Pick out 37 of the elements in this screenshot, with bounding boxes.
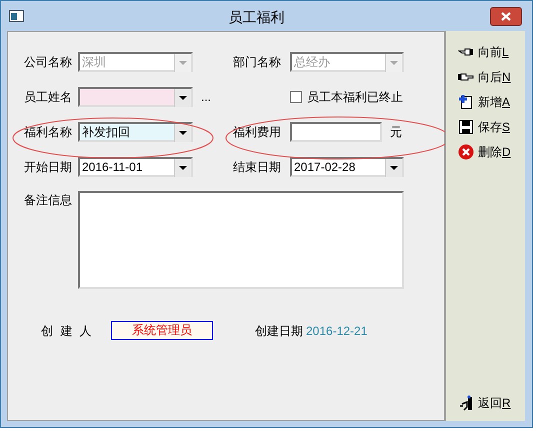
field-label: 创建日期: [255, 322, 303, 340]
toolbar-button[interactable]: 新增A: [458, 89, 525, 114]
app-icon: [9, 10, 24, 22]
dropdown-field[interactable]: 2016-11-01: [78, 157, 193, 177]
more-button[interactable]: ...: [201, 90, 212, 104]
new-page-icon: [458, 94, 474, 110]
field-label: 部门名称: [233, 54, 282, 71]
field-label: 公司名称: [23, 54, 73, 71]
dropdown-field[interactable]: [78, 87, 193, 107]
unit-label: 元: [390, 124, 402, 141]
toolbar-button[interactable]: 保存S: [458, 114, 525, 139]
delete-icon: [458, 144, 474, 160]
toolbar-button[interactable]: 向后N: [458, 64, 525, 89]
close-icon: [501, 12, 511, 21]
field-label: 福利费用: [233, 124, 282, 141]
pointing-hand-icon: [458, 72, 474, 80]
remark-textarea[interactable]: [78, 191, 404, 289]
input-field[interactable]: [290, 122, 382, 142]
creator-value: 系统管理员: [111, 321, 213, 340]
field-label: 创 建 人: [40, 322, 95, 340]
field-label: 备注信息: [23, 192, 73, 207]
pointing-hand-icon: [458, 48, 474, 56]
field-label: 结束日期: [233, 159, 282, 176]
window-title: 员工福利: [228, 8, 286, 27]
checkbox[interactable]: [290, 91, 302, 103]
toolbar-button[interactable]: 返回R: [458, 390, 525, 415]
toolbar-button[interactable]: 删除D: [458, 139, 525, 164]
toolbar-button[interactable]: 向前L: [458, 39, 525, 64]
close-button[interactable]: [490, 7, 522, 26]
field-label: 福利名称: [23, 124, 73, 141]
dropdown-field[interactable]: 补发扣回: [78, 122, 193, 142]
dropdown-field[interactable]: 2017-02-28: [290, 157, 404, 177]
date-value: 2016-12-21: [306, 322, 368, 340]
running-figure-icon: [458, 394, 474, 410]
field-label: 开始日期: [23, 159, 73, 176]
field-label: 员工姓名: [23, 89, 73, 106]
checkbox-label: 员工本福利已终止: [307, 89, 403, 106]
